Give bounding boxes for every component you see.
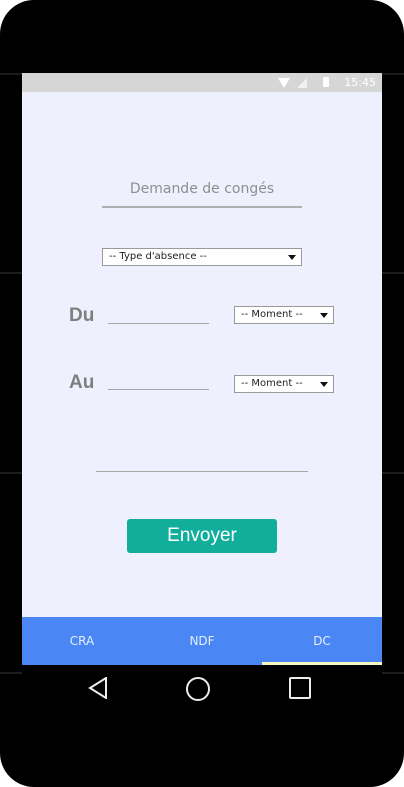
tab-dc[interactable]: DC — [262, 617, 382, 665]
absence-type-selected: -- Type d'absence -- — [109, 251, 207, 262]
to-moment-selected: -- Moment -- — [241, 378, 303, 389]
tab-cra[interactable]: CRA — [22, 617, 142, 665]
dropdown-arrow-icon — [288, 255, 296, 260]
bezel-line — [382, 672, 404, 674]
tab-ndf[interactable]: NDF — [142, 617, 262, 665]
battery-icon — [323, 77, 329, 87]
home-icon[interactable] — [186, 677, 210, 701]
signal-icon — [297, 78, 307, 88]
dropdown-arrow-icon — [320, 313, 328, 318]
bottom-tab-bar: CRA NDF DC — [22, 617, 382, 665]
wifi-icon — [278, 78, 290, 88]
from-moment-select[interactable]: -- Moment -- — [234, 306, 334, 324]
bezel-line — [382, 472, 404, 474]
bezel-line — [0, 73, 22, 75]
to-moment-select[interactable]: -- Moment -- — [234, 375, 334, 393]
back-icon[interactable] — [88, 677, 108, 699]
from-moment-selected: -- Moment -- — [241, 309, 303, 320]
from-date-input[interactable] — [108, 323, 209, 324]
bezel-line — [0, 272, 22, 274]
bezel-line — [382, 73, 404, 75]
dropdown-arrow-icon — [320, 382, 328, 387]
from-label: Du — [69, 305, 95, 326]
leave-request-form: Demande de congés -- Type d'absence -- D… — [22, 92, 382, 617]
page-title: Demande de congés — [129, 181, 275, 197]
send-button[interactable]: Envoyer — [127, 519, 277, 553]
comment-input[interactable] — [96, 471, 308, 472]
system-nav-bar — [22, 665, 382, 715]
to-label: Au — [69, 372, 95, 393]
phone-frame: 15:45 Demande de congés -- Type d'absenc… — [0, 0, 404, 787]
recents-icon[interactable] — [289, 677, 311, 699]
bezel-line — [0, 672, 22, 674]
bezel-line — [382, 272, 404, 274]
to-date-input[interactable] — [108, 389, 209, 390]
absence-type-select[interactable]: -- Type d'absence -- — [102, 248, 302, 266]
title-underline — [102, 206, 302, 208]
status-time: 15:45 — [344, 76, 376, 89]
status-bar: 15:45 — [22, 73, 382, 92]
bezel-line — [0, 472, 22, 474]
